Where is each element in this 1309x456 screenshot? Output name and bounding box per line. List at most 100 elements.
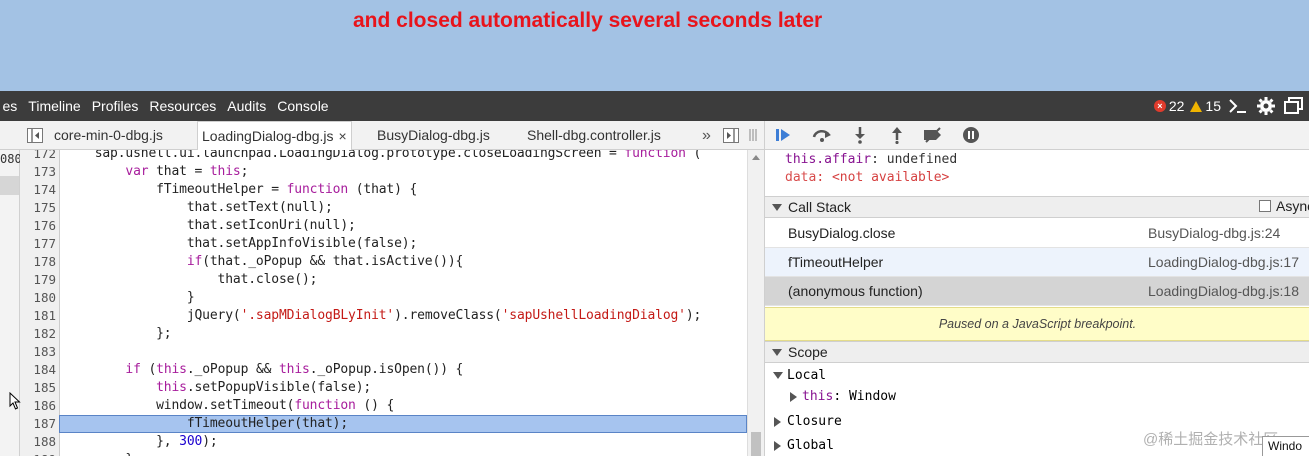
scroll-up-arrow-icon[interactable]	[752, 155, 760, 160]
code-line[interactable]: 178 if(that._oPopup && that.isActive()){	[20, 253, 747, 271]
warning-count-badge[interactable]: 15	[1190, 98, 1221, 114]
line-number[interactable]: 173	[20, 163, 56, 181]
code-text[interactable]: that.setAppInfoVisible(false);	[64, 235, 417, 253]
toggle-debugger-sidebar-icon[interactable]	[723, 128, 739, 143]
line-number[interactable]: 172	[20, 150, 56, 163]
error-count-badge[interactable]: × 22	[1153, 98, 1184, 114]
step-over-icon[interactable]	[811, 124, 833, 146]
deactivate-breakpoints-icon[interactable]	[922, 124, 944, 146]
code-text[interactable]: that.setIconUri(null);	[64, 217, 356, 235]
code-text[interactable]: if(that._oPopup && that.isActive()){	[64, 253, 464, 271]
pane-divider-grip-icon[interactable]	[748, 128, 758, 142]
code-line[interactable]: 174 fTimeoutHelper = function (that) {	[20, 181, 747, 199]
code-line[interactable]: 177 that.setAppInfoVisible(false);	[20, 235, 747, 253]
scrollbar-thumb[interactable]	[751, 432, 761, 456]
step-out-icon[interactable]	[886, 124, 908, 146]
code-text[interactable]: };	[64, 325, 172, 343]
line-number[interactable]: 175	[20, 199, 56, 217]
tab-sources[interactable]: es	[0, 91, 23, 121]
watch-item[interactable]: data: <not available>	[785, 170, 949, 185]
code-line[interactable]: 189 }	[20, 451, 747, 456]
line-number[interactable]: 189	[20, 451, 56, 456]
console-drawer-icon[interactable]	[1227, 95, 1249, 117]
code-line[interactable]: 175 that.setText(null);	[20, 199, 747, 217]
code-line[interactable]: 179 that.close();	[20, 271, 747, 289]
file-tab-core-min[interactable]: core-min-0-dbg.js	[54, 121, 163, 150]
code-text[interactable]: that.close();	[64, 271, 318, 289]
code-text[interactable]: this.setPopupVisible(false);	[64, 379, 371, 397]
code-line-highlighted[interactable]: 187 fTimeoutHelper(that);	[20, 415, 747, 433]
line-number[interactable]: 179	[20, 271, 56, 289]
code-text[interactable]: sap.ushell.ui.launchpad.LoadingDialog.pr…	[64, 150, 702, 163]
line-number[interactable]: 188	[20, 433, 56, 451]
watch-item[interactable]: this.affair: undefined	[785, 152, 957, 167]
editor-scrollbar[interactable]	[747, 150, 764, 456]
code-editor[interactable]: 172 sap.ushell.ui.launchpad.LoadingDialo…	[20, 150, 747, 456]
async-toggle[interactable]: Async	[1259, 198, 1309, 214]
tab-profiles[interactable]: Profiles	[86, 91, 144, 121]
code-text[interactable]: var that = this;	[64, 163, 248, 181]
resume-icon[interactable]	[773, 124, 795, 146]
code-line[interactable]: 182 };	[20, 325, 747, 343]
pause-on-exceptions-icon[interactable]	[960, 124, 982, 146]
file-tab-shell-controller[interactable]: Shell-dbg.controller.js	[527, 121, 661, 150]
code-line[interactable]: 183	[20, 343, 747, 361]
frame-location[interactable]: LoadingDialog-dbg.js:17	[1148, 254, 1299, 270]
call-frame[interactable]: BusyDialog.close BusyDialog-dbg.js:24	[765, 219, 1309, 248]
call-frame[interactable]: fTimeoutHelper LoadingDialog-dbg.js:17	[765, 248, 1309, 277]
scope-local-label: Local	[787, 368, 827, 383]
code-text[interactable]: if (this._oPopup && this._oPopup.isOpen(…	[64, 361, 463, 379]
collapse-triangle-icon	[790, 392, 797, 402]
async-checkbox[interactable]	[1259, 200, 1271, 212]
scope-local-this[interactable]: this: Window	[765, 387, 1309, 407]
tab-console[interactable]: Console	[272, 91, 334, 121]
code-text[interactable]: fTimeoutHelper(that);	[64, 415, 348, 433]
line-number[interactable]: 178	[20, 253, 56, 271]
code-line[interactable]: 185 this.setPopupVisible(false);	[20, 379, 747, 397]
step-into-icon[interactable]	[849, 124, 871, 146]
tab-audits[interactable]: Audits	[222, 91, 272, 121]
call-stack-header[interactable]: Call Stack Async	[765, 196, 1309, 218]
close-tab-icon[interactable]: ×	[339, 128, 347, 144]
navigator-selected-row[interactable]	[0, 176, 19, 195]
file-tab-loadingdialog[interactable]: LoadingDialog-dbg.js ×	[197, 121, 352, 151]
line-number[interactable]: 182	[20, 325, 56, 343]
code-line[interactable]: 172 sap.ushell.ui.launchpad.LoadingDialo…	[20, 150, 747, 163]
code-text[interactable]: }	[64, 451, 133, 456]
line-number[interactable]: 176	[20, 217, 56, 235]
code-text[interactable]: fTimeoutHelper = function (that) {	[64, 181, 417, 199]
code-text[interactable]: }	[64, 289, 195, 307]
settings-gear-icon[interactable]	[1255, 95, 1277, 117]
line-number[interactable]: 177	[20, 235, 56, 253]
line-number[interactable]: 183	[20, 343, 56, 361]
code-line[interactable]: 188 }, 300);	[20, 433, 747, 451]
code-text[interactable]: that.setText(null);	[64, 199, 333, 217]
code-line[interactable]: 186 window.setTimeout(function () {	[20, 397, 747, 415]
code-line[interactable]: 180 }	[20, 289, 747, 307]
scope-header[interactable]: Scope	[765, 341, 1309, 363]
line-number[interactable]: 186	[20, 397, 56, 415]
line-number[interactable]: 174	[20, 181, 56, 199]
tab-resources[interactable]: Resources	[144, 91, 222, 121]
tab-timeline[interactable]: Timeline	[23, 91, 86, 121]
line-number[interactable]: 181	[20, 307, 56, 325]
file-tab-busydialog[interactable]: BusyDialog-dbg.js	[377, 121, 490, 150]
dock-side-icon[interactable]	[1283, 95, 1305, 117]
code-text[interactable]: }, 300);	[64, 433, 218, 451]
frame-location[interactable]: BusyDialog-dbg.js:24	[1148, 225, 1280, 241]
scope-local[interactable]: Local	[765, 366, 1309, 386]
line-number[interactable]: 187	[20, 415, 56, 433]
toggle-navigator-icon[interactable]	[27, 128, 43, 143]
line-number[interactable]: 180	[20, 289, 56, 307]
line-number[interactable]: 185	[20, 379, 56, 397]
code-line[interactable]: 181 jQuery('.sapMDialogBLyInit').removeC…	[20, 307, 747, 325]
code-line[interactable]: 184 if (this._oPopup && this._oPopup.isO…	[20, 361, 747, 379]
code-text[interactable]: window.setTimeout(function () {	[64, 397, 394, 415]
code-line[interactable]: 173 var that = this;	[20, 163, 747, 181]
line-number[interactable]: 184	[20, 361, 56, 379]
code-line[interactable]: 176 that.setIconUri(null);	[20, 217, 747, 235]
call-frame-selected[interactable]: (anonymous function) LoadingDialog-dbg.j…	[765, 277, 1309, 306]
code-text[interactable]: jQuery('.sapMDialogBLyInit').removeClass…	[64, 307, 702, 325]
more-tabs-chevron-icon[interactable]: »	[702, 121, 711, 150]
frame-location[interactable]: LoadingDialog-dbg.js:18	[1148, 283, 1299, 299]
